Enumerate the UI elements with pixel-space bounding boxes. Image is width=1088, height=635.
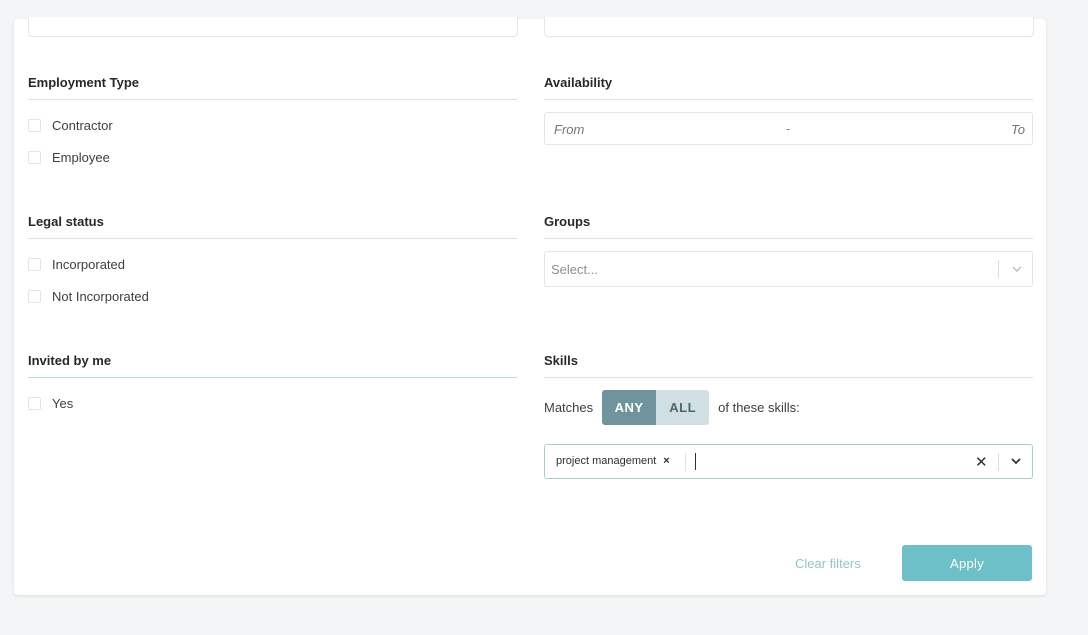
checkbox-label: Contractor — [52, 118, 113, 133]
groups-select-placeholder: Select... — [551, 262, 598, 277]
checkbox-label: Incorporated — [52, 257, 125, 272]
top-left-input[interactable] — [28, 17, 518, 37]
legal-status-title: Legal status — [28, 214, 104, 229]
invited-by-me-title: Invited by me — [28, 353, 112, 368]
checkbox-label: Employee — [52, 150, 110, 165]
availability-title: Availability — [544, 75, 613, 90]
availability-from-input[interactable]: From — [554, 122, 584, 137]
checkbox-incorporated[interactable]: Incorporated — [28, 257, 125, 272]
invited-by-me-divider — [28, 377, 517, 378]
clear-filters-link[interactable]: Clear filters — [795, 556, 861, 571]
skills-match-row: Matches ANY ALL of these skills: — [544, 390, 800, 425]
chevron-down-icon[interactable] — [1010, 262, 1024, 276]
skills-multiselect[interactable]: project management × ✕ — [544, 444, 1033, 479]
skills-select-divider — [998, 453, 999, 471]
match-any-button[interactable]: ANY — [602, 390, 657, 425]
groups-divider — [544, 238, 1033, 239]
matches-prefix: Matches — [544, 400, 594, 415]
groups-select[interactable]: Select... — [544, 251, 1033, 287]
match-mode-toggle: ANY ALL — [602, 390, 710, 425]
employment-type-divider — [28, 99, 517, 100]
checkbox-contractor[interactable]: Contractor — [28, 118, 113, 133]
match-all-button[interactable]: ALL — [656, 390, 710, 425]
checkbox-box[interactable] — [28, 258, 41, 271]
checkbox-not-incorporated[interactable]: Not Incorporated — [28, 289, 149, 304]
skill-tag-label: project management — [556, 455, 657, 467]
skills-divider — [544, 377, 1033, 378]
checkbox-box[interactable] — [28, 290, 41, 303]
groups-title: Groups — [544, 214, 591, 229]
matches-suffix: of these skills: — [718, 400, 800, 415]
top-right-input[interactable] — [544, 17, 1034, 37]
checkbox-box[interactable] — [28, 151, 41, 164]
skill-tag: project management × — [556, 455, 670, 467]
groups-select-divider — [998, 260, 999, 278]
checkbox-box[interactable] — [28, 397, 41, 410]
chevron-down-icon[interactable] — [1009, 454, 1023, 468]
availability-divider — [544, 99, 1033, 100]
legal-status-divider — [28, 238, 517, 239]
tag-separator — [685, 453, 686, 471]
checkbox-label: Yes — [52, 396, 74, 411]
apply-button[interactable]: Apply — [902, 545, 1032, 581]
skills-title: Skills — [544, 353, 578, 368]
availability-range: From - To — [544, 112, 1033, 145]
checkbox-box[interactable] — [28, 119, 41, 132]
remove-tag-icon[interactable]: × — [663, 455, 669, 467]
checkbox-employee[interactable]: Employee — [28, 150, 110, 165]
clear-skills-icon[interactable]: ✕ — [975, 453, 988, 471]
employment-type-title: Employment Type — [28, 75, 140, 90]
checkbox-yes[interactable]: Yes — [28, 396, 73, 411]
checkbox-label: Not Incorporated — [52, 289, 149, 304]
text-caret — [695, 453, 696, 470]
availability-to-input[interactable]: To — [1011, 122, 1025, 137]
filters-panel: Employment Type Contractor Employee Lega… — [14, 17, 1046, 595]
availability-separator: - — [786, 121, 791, 136]
